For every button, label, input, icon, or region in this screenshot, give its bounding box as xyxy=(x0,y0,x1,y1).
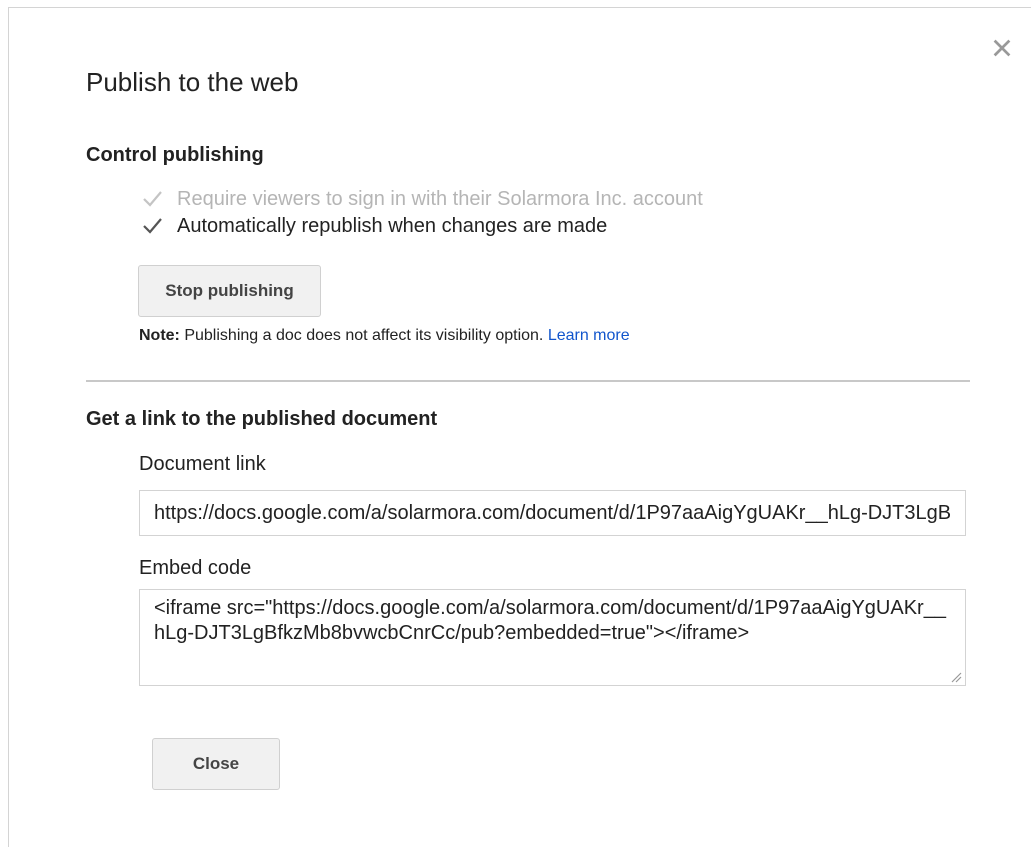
note-text: Publishing a doc does not affect its vis… xyxy=(179,327,548,344)
visibility-note: Note: Publishing a doc does not affect i… xyxy=(139,327,630,345)
auto-republish-option[interactable]: Automatically republish when changes are… xyxy=(141,213,607,239)
get-link-heading: Get a link to the published document xyxy=(86,408,438,430)
require-sign-in-option: Require viewers to sign in with their So… xyxy=(141,186,703,212)
embed-code-label: Embed code xyxy=(139,557,252,579)
publish-dialog: Publish to the web Control publishing Re… xyxy=(8,7,1031,847)
section-divider xyxy=(86,380,970,382)
document-link-field[interactable] xyxy=(139,490,966,536)
dialog-title: Publish to the web xyxy=(86,67,299,97)
checkmark-icon xyxy=(143,191,162,207)
learn-more-link[interactable]: Learn more xyxy=(548,327,630,344)
auto-republish-label: Automatically republish when changes are… xyxy=(177,214,608,237)
close-icon[interactable] xyxy=(991,37,1013,59)
require-sign-in-label: Require viewers to sign in with their So… xyxy=(177,187,703,210)
embed-code-field[interactable]: <iframe src="https://docs.google.com/a/s… xyxy=(139,589,966,686)
stop-publishing-button[interactable]: Stop publishing xyxy=(138,265,321,317)
document-link-label: Document link xyxy=(139,453,266,475)
resize-grip-icon[interactable] xyxy=(950,671,962,683)
close-button[interactable]: Close xyxy=(152,738,280,790)
checkmark-icon[interactable] xyxy=(141,215,163,237)
note-prefix: Note: xyxy=(139,327,180,344)
control-publishing-heading: Control publishing xyxy=(86,144,264,166)
